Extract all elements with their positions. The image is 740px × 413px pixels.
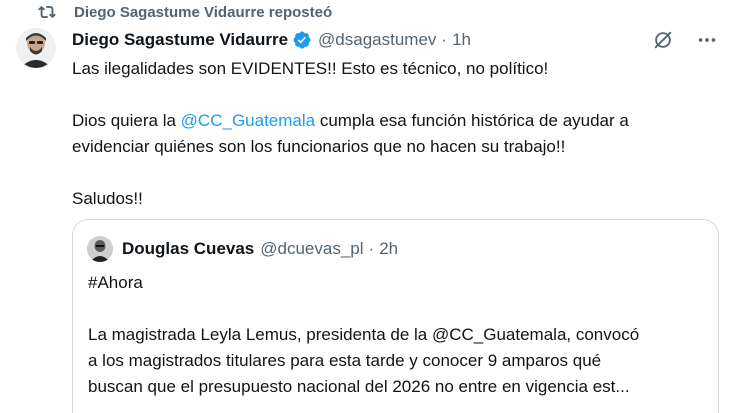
quoted-author-header: Douglas Cuevas @dcuevas_pl · 2h (122, 238, 398, 260)
quoted-post-text: #Ahora La magistrada Leyla Lemus, presid… (88, 270, 708, 400)
quoted-line: a los magistrados titulares para esta ta… (88, 351, 602, 370)
quoted-post-time[interactable]: 2h (379, 239, 398, 259)
post-text-segment: Dios quiera la (72, 111, 181, 130)
post-line: Dios quiera la @CC_Guatemala cumpla esa … (72, 108, 712, 134)
more-icon[interactable] (696, 29, 718, 51)
post-line: Las ilegalidades son EVIDENTES!! Esto es… (72, 59, 549, 78)
post-line: evidenciar quiénes son los funcionarios … (72, 137, 566, 156)
mention-link[interactable]: @CC_Guatemala (181, 111, 315, 130)
repost-label: Diego Sagastume Vidaurre reposteó (74, 3, 333, 21)
quoted-post[interactable]: Douglas Cuevas @dcuevas_pl · 2h #Ahora L… (72, 219, 719, 413)
author-avatar[interactable] (16, 28, 56, 68)
quoted-line: #Ahora (88, 273, 143, 292)
author-header: Diego Sagastume Vidaurre @dsagastumev · … (72, 28, 471, 52)
repost-icon (38, 3, 56, 21)
quoted-author-handle[interactable]: @dcuevas_pl (260, 239, 363, 259)
separator: · (368, 239, 375, 258)
grok-icon[interactable] (652, 29, 674, 51)
repost-indicator[interactable]: Diego Sagastume Vidaurre reposteó (38, 2, 332, 22)
quoted-author-avatar[interactable] (87, 236, 113, 262)
author-name[interactable]: Diego Sagastume Vidaurre (72, 30, 288, 50)
post-text-segment: cumpla esa función histórica de ayudar a (315, 111, 629, 130)
tweet[interactable]: Diego Sagastume Vidaurre reposteó Diego … (0, 0, 740, 413)
quoted-line: La magistrada Leyla Lemus, presidenta de… (88, 325, 640, 344)
post-line: Saludos!! (72, 189, 143, 208)
quoted-line: buscan que el presupuesto nacional del 2… (88, 377, 630, 396)
header-actions (652, 30, 718, 50)
verified-badge-icon[interactable] (292, 30, 312, 50)
post-text: Las ilegalidades son EVIDENTES!! Esto es… (72, 56, 712, 212)
author-handle[interactable]: @dsagastumev (318, 30, 436, 50)
separator: · (441, 30, 448, 49)
quoted-author-name[interactable]: Douglas Cuevas (122, 239, 254, 259)
post-time[interactable]: 1h (452, 30, 471, 50)
